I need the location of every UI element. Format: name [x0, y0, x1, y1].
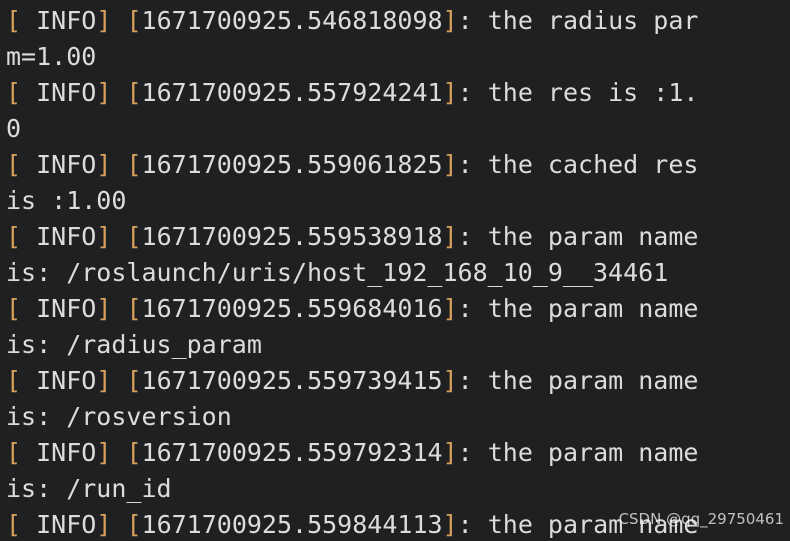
log-close-bracket: ] [96, 366, 112, 395]
log-line-continuation: is: /rosversion [6, 399, 790, 435]
log-message: : the param name [457, 294, 699, 323]
log-space [111, 150, 126, 179]
log-close-bracket: ] [96, 294, 112, 323]
log-space [111, 78, 126, 107]
log-timestamp: 1671700925.557924241 [141, 78, 443, 107]
log-open-bracket: [ [6, 6, 22, 35]
log-timestamp: 1671700925.559739415 [141, 366, 443, 395]
log-timestamp: 1671700925.559538918 [141, 222, 443, 251]
log-continuation-text: 0 [6, 114, 22, 143]
log-close-bracket: ] [96, 438, 112, 467]
log-continuation-text: is: /radius_param [6, 330, 262, 359]
log-severity: INFO [21, 294, 97, 323]
log-space [111, 366, 126, 395]
log-timestamp-close-bracket: ] [442, 78, 458, 107]
log-line: [ INFO] [1671700925.557924241]: the res … [6, 75, 790, 111]
log-line-continuation: is: /run_id [6, 471, 790, 507]
log-timestamp-close-bracket: ] [442, 366, 458, 395]
log-timestamp-close-bracket: ] [442, 510, 458, 539]
log-timestamp: 1671700925.559792314 [141, 438, 443, 467]
log-continuation-text: is: /roslaunch/uris/host_192_168_10_9__3… [6, 258, 669, 287]
log-line: [ INFO] [1671700925.559061825]: the cach… [6, 147, 790, 183]
log-open-bracket: [ [6, 510, 22, 539]
log-timestamp-close-bracket: ] [442, 222, 458, 251]
log-timestamp-open-bracket: [ [126, 222, 142, 251]
log-open-bracket: [ [6, 366, 22, 395]
log-severity: INFO [21, 438, 97, 467]
log-timestamp-open-bracket: [ [126, 510, 142, 539]
log-message: : the radius par [457, 6, 699, 35]
log-line-continuation: is :1.00 [6, 183, 790, 219]
log-timestamp: 1671700925.559684016 [141, 294, 443, 323]
log-line-continuation: m=1.00 [6, 39, 790, 75]
log-message: : the param name [457, 222, 699, 251]
log-space [111, 510, 126, 539]
log-timestamp-open-bracket: [ [126, 6, 142, 35]
log-timestamp-close-bracket: ] [442, 6, 458, 35]
log-timestamp: 1671700925.559844113 [141, 510, 443, 539]
log-continuation-text: is :1.00 [6, 186, 127, 215]
log-severity: INFO [21, 150, 97, 179]
log-line: [ INFO] [1671700925.559844113]: the para… [6, 507, 790, 541]
log-timestamp: 1671700925.559061825 [141, 150, 443, 179]
log-line: [ INFO] [1671700925.559538918]: the para… [6, 219, 790, 255]
log-message: : the res is :1. [457, 78, 699, 107]
log-timestamp-open-bracket: [ [126, 78, 142, 107]
log-severity: INFO [21, 78, 97, 107]
log-open-bracket: [ [6, 78, 22, 107]
log-message: : the cached res [457, 150, 699, 179]
log-line-continuation: is: /radius_param [6, 327, 790, 363]
log-close-bracket: ] [96, 150, 112, 179]
log-timestamp-open-bracket: [ [126, 294, 142, 323]
log-continuation-text: m=1.00 [6, 42, 97, 71]
log-close-bracket: ] [96, 510, 112, 539]
log-continuation-text: is: /rosversion [6, 402, 232, 431]
log-space [111, 222, 126, 251]
log-continuation-text: is: /run_id [6, 474, 172, 503]
log-close-bracket: ] [96, 78, 112, 107]
log-timestamp-close-bracket: ] [442, 294, 458, 323]
log-timestamp-close-bracket: ] [442, 438, 458, 467]
log-severity: INFO [21, 366, 97, 395]
log-message: : the param name [457, 366, 699, 395]
log-timestamp-open-bracket: [ [126, 366, 142, 395]
log-close-bracket: ] [96, 222, 112, 251]
log-severity: INFO [21, 510, 97, 539]
log-space [111, 6, 126, 35]
terminal-window[interactable]: [ INFO] [1671700925.546818098]: the radi… [0, 0, 790, 541]
log-open-bracket: [ [6, 222, 22, 251]
log-message: : the param name [457, 438, 699, 467]
log-message: : the param name [457, 510, 699, 539]
log-open-bracket: [ [6, 438, 22, 467]
log-timestamp-open-bracket: [ [126, 150, 142, 179]
log-timestamp-open-bracket: [ [126, 438, 142, 467]
log-timestamp-close-bracket: ] [442, 150, 458, 179]
log-open-bracket: [ [6, 294, 22, 323]
log-line-continuation: 0 [6, 111, 790, 147]
log-line: [ INFO] [1671700925.559792314]: the para… [6, 435, 790, 471]
log-line: [ INFO] [1671700925.559739415]: the para… [6, 363, 790, 399]
log-severity: INFO [21, 222, 97, 251]
log-space [111, 438, 126, 467]
log-space [111, 294, 126, 323]
log-open-bracket: [ [6, 150, 22, 179]
log-severity: INFO [21, 6, 97, 35]
log-timestamp: 1671700925.546818098 [141, 6, 443, 35]
terminal-log-output: [ INFO] [1671700925.546818098]: the radi… [0, 0, 790, 541]
log-line: [ INFO] [1671700925.559684016]: the para… [6, 291, 790, 327]
log-line-continuation: is: /roslaunch/uris/host_192_168_10_9__3… [6, 255, 790, 291]
log-close-bracket: ] [96, 6, 112, 35]
log-line: [ INFO] [1671700925.546818098]: the radi… [6, 3, 790, 39]
